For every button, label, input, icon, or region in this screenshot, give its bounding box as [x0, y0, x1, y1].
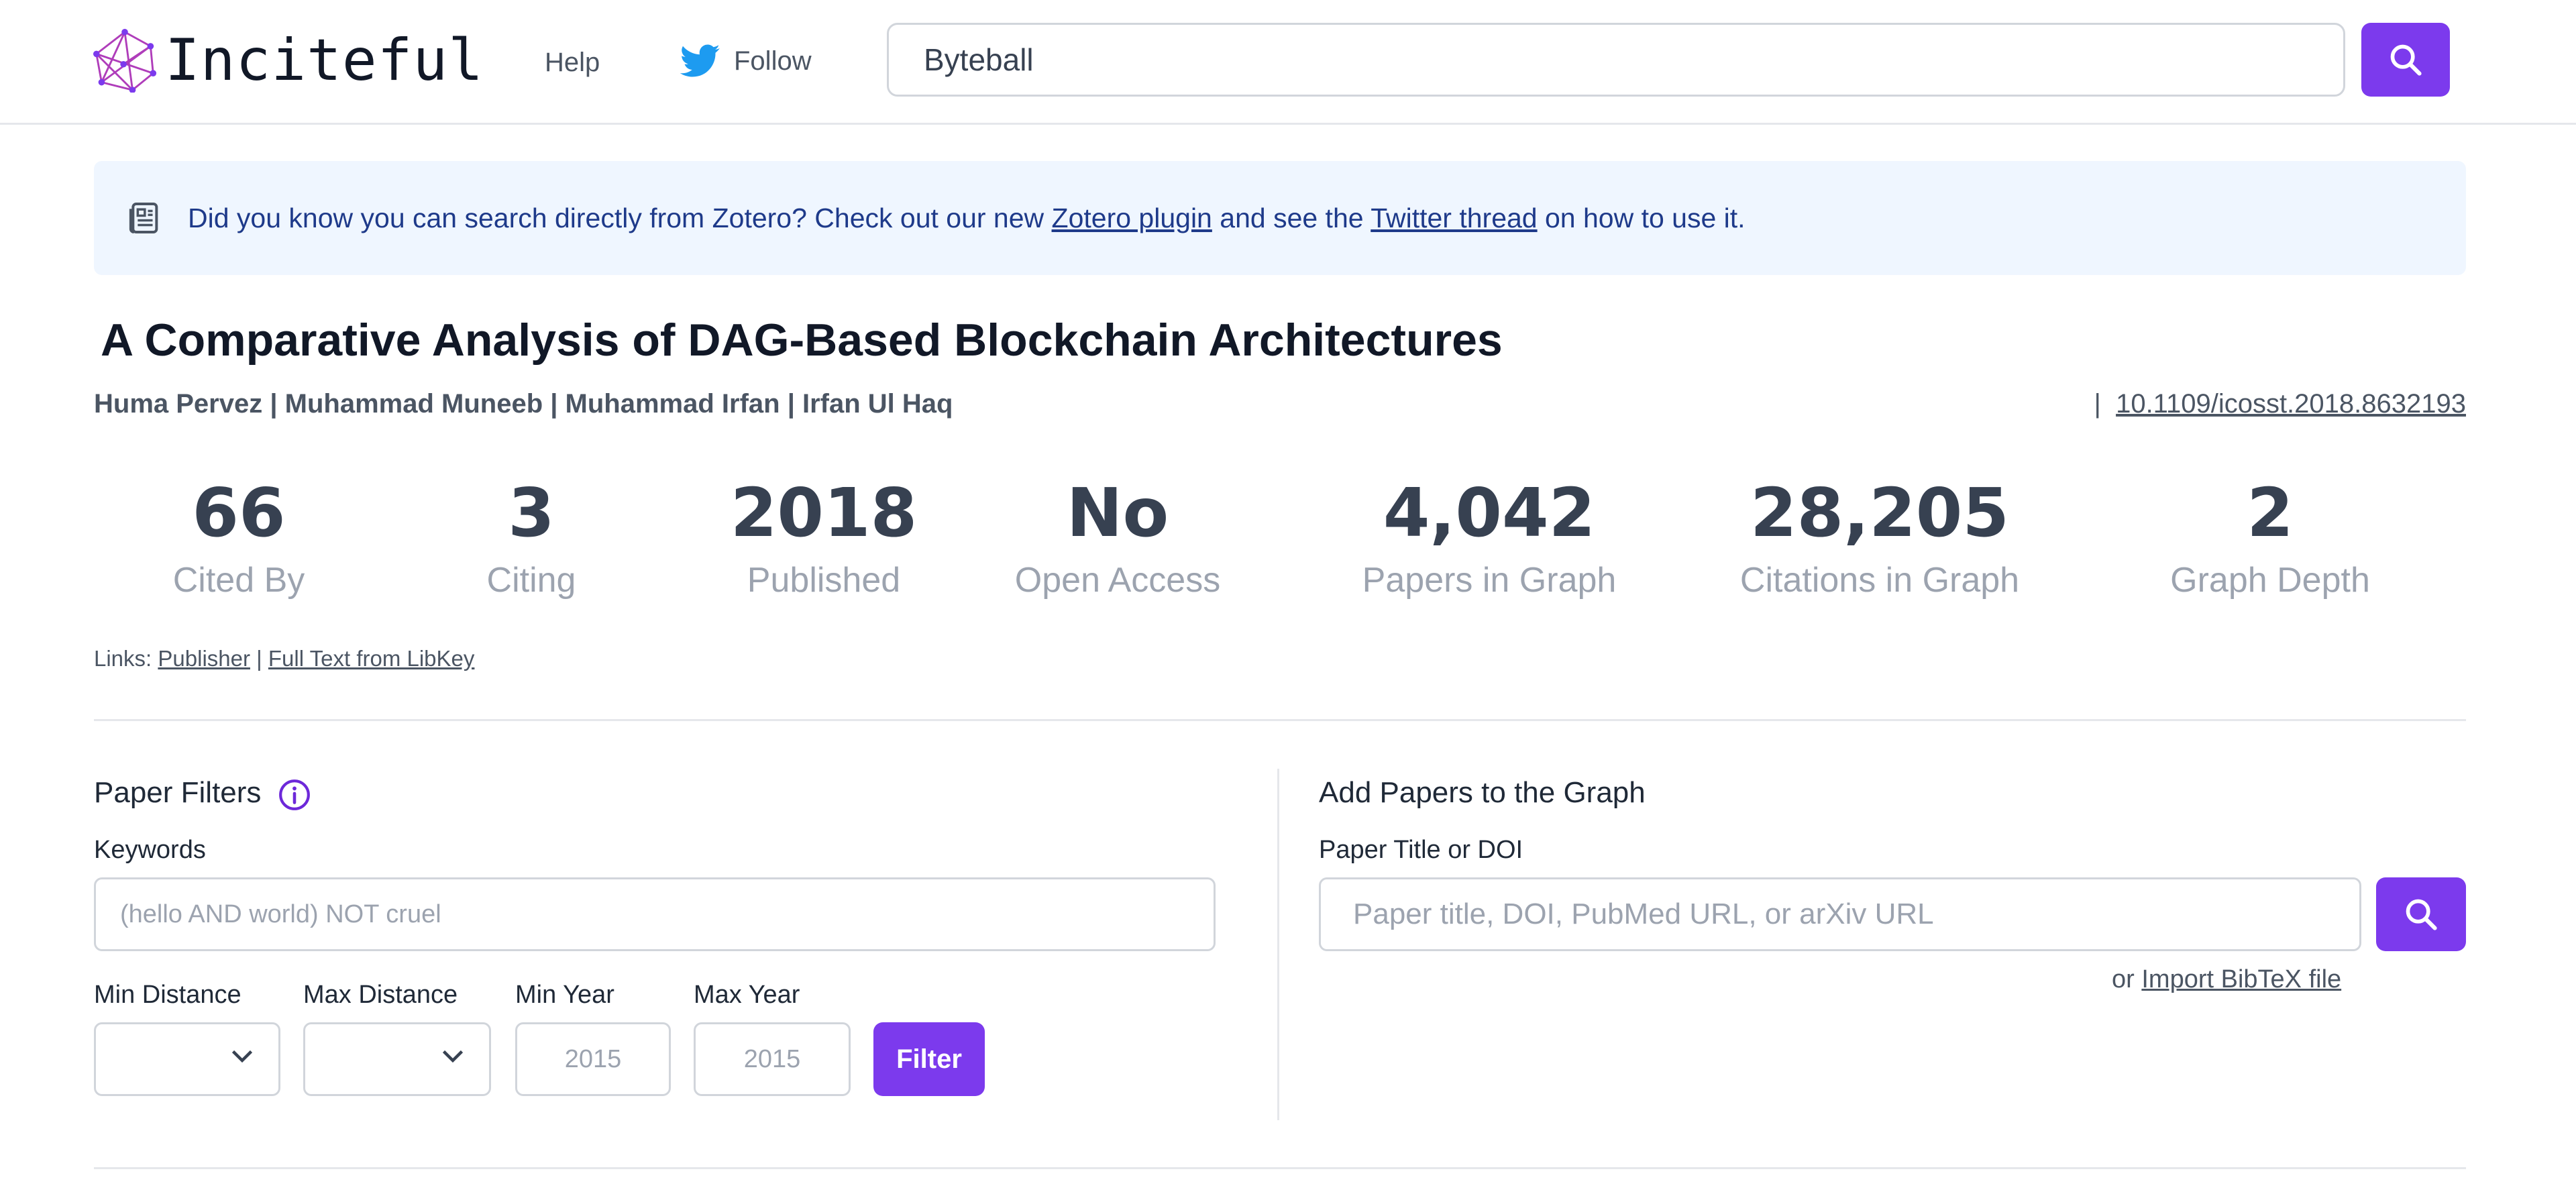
stat-label: Open Access [1014, 561, 1221, 600]
zotero-info-banner: Did you know you can search directly fro… [94, 161, 2466, 275]
add-papers-title: Add Papers to the Graph [1319, 776, 1646, 809]
doi-link[interactable]: 10.1109/icosst.2018.8632193 [2116, 389, 2466, 419]
banner-text-part: on how to use it. [1537, 202, 1746, 233]
add-paper-input[interactable]: Paper title, DOI, PubMed URL, or arXiv U… [1319, 877, 2361, 951]
banner-text-part: Did you know you can search directly fro… [188, 202, 1052, 233]
search-icon [2390, 44, 2422, 76]
stat-graph-depth: 2 Graph Depth [2170, 470, 2370, 604]
keywords-label: Keywords [94, 836, 206, 864]
paper-title: A Comparative Analysis of DAG-Based Bloc… [101, 315, 1503, 366]
info-icon[interactable] [278, 778, 311, 812]
doi-separator: | [2094, 389, 2101, 419]
stat-label: Graph Depth [2170, 561, 2370, 600]
stat-cited-by: 66 Cited By [173, 470, 305, 604]
logo-text[interactable]: Inciteful [165, 27, 484, 94]
stat-value: 3 [508, 474, 555, 552]
twitter-icon [680, 44, 720, 77]
stat-value: 4,042 [1383, 474, 1596, 552]
paper-title-or-doi-label: Paper Title or DOI [1319, 836, 1523, 864]
max-distance-label: Max Distance [303, 981, 458, 1009]
stat-open-access: No Open Access [1015, 470, 1220, 604]
chevron-down-icon [231, 1050, 253, 1063]
keywords-input[interactable]: (hello AND world) NOT cruel [94, 877, 1216, 951]
publisher-link[interactable]: Publisher [158, 646, 250, 671]
stat-citing: 3 Citing [487, 470, 576, 604]
min-year-input[interactable]: 2015 [515, 1022, 671, 1096]
nav-help-link[interactable]: Help [545, 44, 600, 80]
import-prefix: or [2112, 965, 2135, 993]
paper-authors: Huma Pervez | Muhammad Muneeb | Muhammad… [94, 389, 953, 419]
stat-value: 2 [2247, 474, 2294, 552]
stat-value: 66 [192, 474, 286, 552]
min-distance-label: Min Distance [94, 981, 241, 1009]
paper-links: Links: Publisher | Full Text from LibKey [94, 644, 474, 673]
search-input[interactable]: Byteball [887, 23, 2345, 97]
stat-label: Citations in Graph [1739, 561, 2020, 600]
links-separator: | [256, 646, 262, 671]
max-distance-select[interactable] [303, 1022, 491, 1096]
stat-label: Papers in Graph [1362, 561, 1617, 600]
stat-label: Published [747, 561, 901, 600]
max-year-label: Max Year [694, 981, 800, 1009]
links-prefix: Links: [94, 646, 152, 671]
search-icon [2406, 899, 2437, 930]
libkey-link[interactable]: Full Text from LibKey [268, 646, 475, 671]
banner-text: Did you know you can search directly fro… [188, 203, 1746, 234]
import-bibtex-link[interactable]: Import BibTeX file [2141, 965, 2341, 993]
newspaper-icon [129, 203, 158, 233]
section-divider [1277, 769, 1279, 1120]
stat-value: 2018 [730, 474, 918, 552]
twitter-thread-link[interactable]: Twitter thread [1371, 203, 1537, 233]
paper-filters-title: Paper Filters [94, 776, 262, 809]
divider [94, 1167, 2466, 1169]
divider [94, 719, 2466, 721]
zotero-plugin-link[interactable]: Zotero plugin [1052, 203, 1212, 233]
max-year-input[interactable]: 2015 [694, 1022, 851, 1096]
stat-papers-in-graph: 4,042 Papers in Graph [1362, 470, 1617, 604]
stat-label: Cited By [172, 561, 305, 600]
logo-icon[interactable] [93, 28, 157, 93]
stat-value: No [1066, 474, 1169, 552]
search-button[interactable] [2361, 23, 2450, 97]
chevron-down-icon [442, 1050, 464, 1063]
nav-follow-link[interactable]: Follow [680, 38, 812, 85]
min-year-label: Min Year [515, 981, 614, 1009]
filter-button[interactable]: Filter [873, 1022, 985, 1096]
import-bibtex: or Import BibTeX file [2112, 962, 2341, 997]
banner-text-part: and see the [1212, 202, 1371, 233]
add-paper-search-button[interactable] [2376, 877, 2466, 951]
stat-value: 28,205 [1750, 474, 2009, 552]
stat-citations-in-graph: 28,205 Citations in Graph [1740, 470, 2019, 604]
paper-doi: | 10.1109/icosst.2018.8632193 [2094, 386, 2466, 421]
nav-follow-label: Follow [734, 46, 812, 76]
stat-label: Citing [486, 561, 576, 600]
stat-published: 2018 Published [731, 470, 917, 604]
min-distance-select[interactable] [94, 1022, 280, 1096]
